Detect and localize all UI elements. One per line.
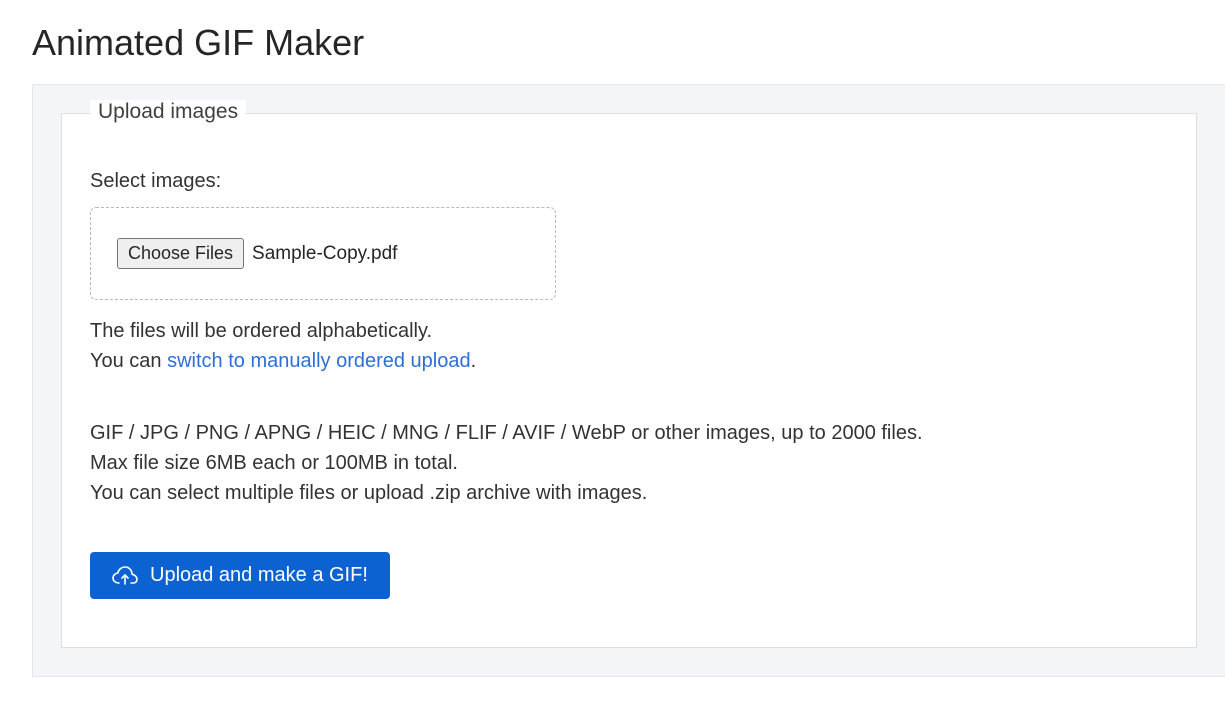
page-title: Animated GIF Maker bbox=[32, 22, 1225, 64]
formats-text: GIF / JPG / PNG / APNG / HEIC / MNG / FL… bbox=[90, 418, 1168, 448]
upload-make-gif-button[interactable]: Upload and make a GIF! bbox=[90, 552, 390, 599]
switch-manual-link[interactable]: switch to manually ordered upload bbox=[167, 350, 471, 372]
switch-line: You can switch to manually ordered uploa… bbox=[90, 346, 1168, 376]
upload-fieldset: Upload images Select images: Choose File… bbox=[61, 113, 1197, 648]
selected-filename: Sample-Copy.pdf bbox=[252, 243, 397, 265]
select-images-label: Select images: bbox=[90, 170, 1168, 193]
choose-files-button[interactable]: Choose Files bbox=[117, 238, 244, 269]
size-limit-text: Max file size 6MB each or 100MB in total… bbox=[90, 448, 1168, 478]
switch-prefix: You can bbox=[90, 350, 167, 372]
fieldset-legend: Upload images bbox=[90, 100, 246, 124]
switch-suffix: . bbox=[471, 350, 477, 372]
file-drop-zone[interactable]: Choose Files Sample-Copy.pdf bbox=[90, 207, 556, 300]
upload-button-label: Upload and make a GIF! bbox=[150, 564, 368, 587]
order-alpha-text: The files will be ordered alphabetically… bbox=[90, 316, 1168, 346]
cloud-upload-icon bbox=[112, 565, 138, 587]
upload-container: Upload images Select images: Choose File… bbox=[32, 84, 1225, 677]
zip-hint-text: You can select multiple files or upload … bbox=[90, 478, 1168, 508]
